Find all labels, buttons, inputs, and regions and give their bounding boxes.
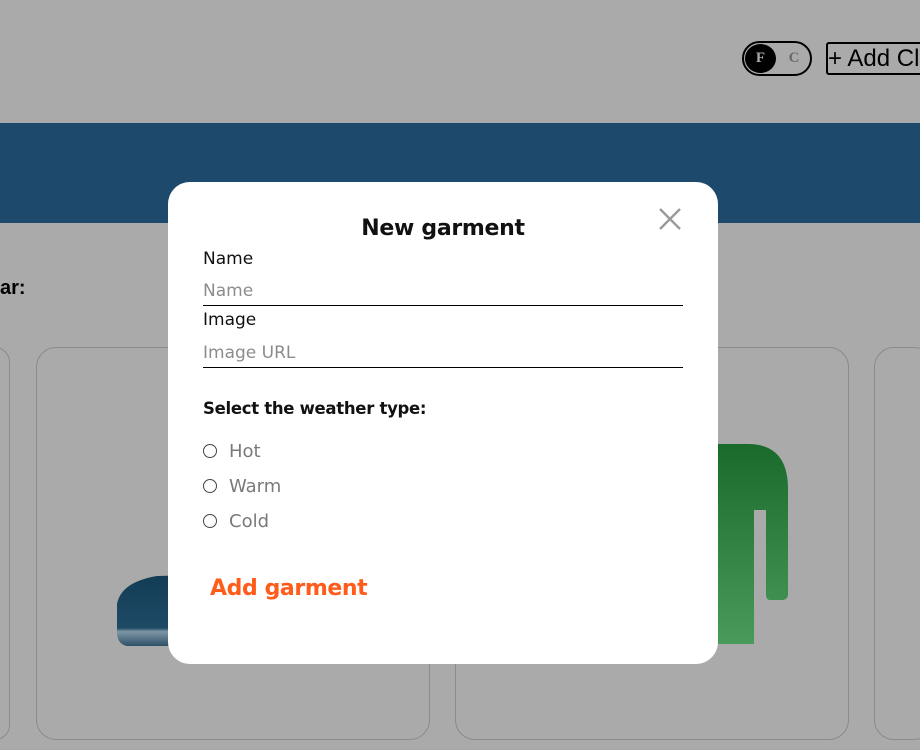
radio-label-cold[interactable]: Cold [229,511,269,532]
temperature-unit-toggle[interactable]: F C [742,41,812,76]
weather-option-hot[interactable]: Hot [203,439,261,463]
radio-label-warm[interactable]: Warm [229,476,281,497]
radio-button-warm[interactable] [203,479,217,493]
weather-recommendation-text: ar: [0,277,26,299]
clothing-card[interactable] [0,347,10,740]
page-header: F C + Add Clothes [0,0,920,123]
name-input[interactable] [203,276,683,306]
pants-image [718,444,788,644]
add-garment-button[interactable]: Add garment [210,572,368,604]
weather-option-warm[interactable]: Warm [203,474,281,498]
name-label: Name [203,249,254,269]
new-garment-modal: New garment Name Image Select the weathe… [168,182,718,664]
modal-title: New garment [361,216,525,241]
weather-option-cold[interactable]: Cold [203,509,269,533]
add-clothes-button[interactable]: + Add Clothes [826,42,920,75]
image-url-input[interactable] [203,338,683,368]
clothing-card[interactable] [874,347,920,740]
toggle-option-f[interactable]: F [745,44,776,73]
toggle-option-c[interactable]: C [784,50,804,67]
radio-button-hot[interactable] [203,444,217,458]
radio-label-hot[interactable]: Hot [229,441,261,462]
radio-button-cold[interactable] [203,514,217,528]
image-label: Image [203,310,257,330]
weather-type-legend: Select the weather type: [203,399,427,418]
